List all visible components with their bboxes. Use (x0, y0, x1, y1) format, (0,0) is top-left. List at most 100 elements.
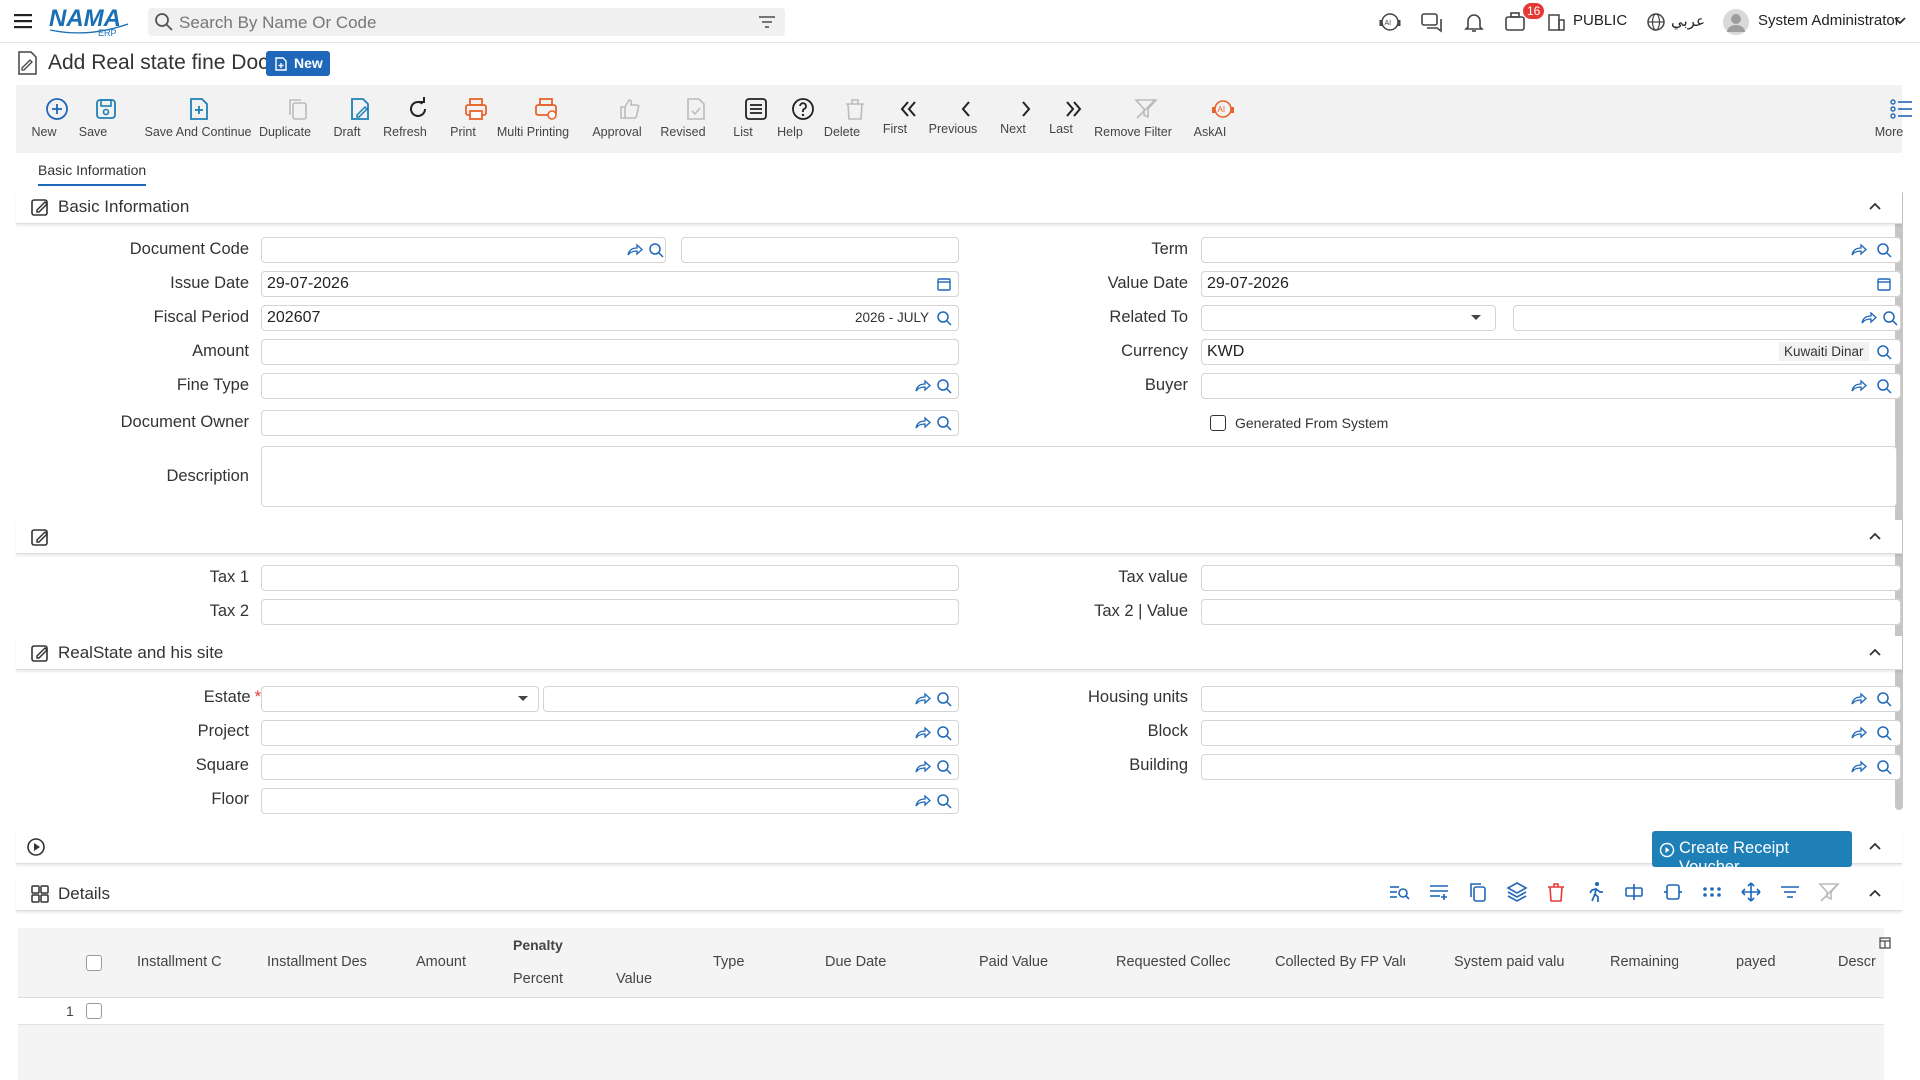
refresh-button[interactable]: Refresh (383, 85, 427, 153)
share-arrow-icon[interactable] (1850, 242, 1867, 258)
chevron-up-icon[interactable] (1868, 887, 1882, 899)
section-details[interactable]: Details (16, 875, 1902, 911)
previous-button[interactable]: Previous (929, 85, 977, 153)
document-code-desc-input[interactable] (681, 237, 959, 263)
duplicate-button[interactable]: Duplicate (259, 85, 311, 153)
issue-date-input[interactable]: 29-07-2026 (261, 271, 959, 297)
related-to-select[interactable] (1201, 305, 1496, 331)
column-amount[interactable]: Amount (416, 954, 476, 970)
filter-icon[interactable] (758, 14, 776, 30)
column-value[interactable]: Value (616, 971, 666, 987)
tax1-input[interactable] (261, 565, 959, 591)
search-lookup-icon[interactable] (1876, 691, 1892, 707)
first-button[interactable]: First (880, 85, 916, 153)
search-input[interactable]: Search By Name Or Code (179, 13, 376, 33)
column-system-paid-value[interactable]: System paid value (1454, 954, 1564, 970)
last-button[interactable]: Last (1046, 85, 1082, 153)
grid-dots-icon[interactable] (1700, 880, 1724, 904)
search-lookup-icon[interactable] (936, 378, 952, 394)
search-lookup-icon[interactable] (936, 415, 952, 431)
draft-button[interactable]: Draft (332, 85, 369, 153)
grid-copy-icon[interactable] (1466, 880, 1490, 904)
grid-remove-filter-icon[interactable] (1817, 880, 1841, 904)
column-requested-collect[interactable]: Requested Collect (1116, 954, 1230, 970)
more-button[interactable]: More (1874, 85, 1912, 153)
share-arrow-icon[interactable] (914, 725, 931, 741)
tax2-value-input[interactable] (1201, 599, 1901, 625)
section-actions[interactable] (16, 828, 1902, 864)
value-date-input[interactable]: 29-07-2026 (1201, 271, 1901, 297)
search-lookup-icon[interactable] (648, 242, 664, 258)
multi-printing-button[interactable]: Multi Printing (497, 85, 569, 153)
search-lookup-icon[interactable] (936, 310, 952, 326)
document-owner-input[interactable] (261, 410, 959, 436)
global-search[interactable]: Search By Name Or Code (148, 8, 785, 36)
chat-icon[interactable] (1420, 10, 1444, 34)
project-input[interactable] (261, 720, 959, 746)
tax-value-input[interactable] (1201, 565, 1901, 591)
estate-select[interactable] (261, 686, 539, 712)
search-lookup-icon[interactable] (1876, 344, 1892, 360)
search-lookup-icon[interactable] (936, 759, 952, 775)
next-button[interactable]: Next (998, 85, 1031, 153)
column-installment-code[interactable]: Installment Co (137, 954, 221, 970)
grid-filter-icon[interactable] (1778, 880, 1802, 904)
delete-button[interactable]: Delete (824, 85, 864, 153)
avatar[interactable] (1722, 8, 1750, 36)
dropdown-caret-icon[interactable] (517, 695, 529, 703)
square-input[interactable] (261, 754, 959, 780)
share-arrow-icon[interactable] (626, 242, 643, 258)
search-lookup-icon[interactable] (936, 725, 952, 741)
nama-erp-logo[interactable]: NAMAERP (48, 4, 130, 38)
revised-button[interactable]: Revised (660, 85, 706, 153)
building-input[interactable] (1201, 754, 1901, 780)
approval-button[interactable]: Approval (592, 85, 642, 153)
menu-icon[interactable] (12, 10, 34, 32)
share-arrow-icon[interactable] (914, 378, 931, 394)
term-input[interactable] (1201, 237, 1901, 263)
share-arrow-icon[interactable] (1860, 310, 1877, 326)
column-due-date[interactable]: Due Date (825, 954, 895, 970)
grid-move-icon[interactable] (1739, 880, 1763, 904)
amount-input[interactable] (261, 339, 959, 365)
grid-run-icon[interactable] (1583, 880, 1607, 904)
column-paid-value[interactable]: Paid Value (979, 954, 1059, 970)
search-lookup-icon[interactable] (1876, 378, 1892, 394)
row-checkbox[interactable] (86, 1003, 102, 1019)
search-lookup-icon[interactable] (1876, 759, 1892, 775)
buyer-input[interactable] (1201, 373, 1901, 399)
column-remaining[interactable]: Remaining (1610, 954, 1678, 970)
share-arrow-icon[interactable] (1850, 759, 1867, 775)
section-basic-information[interactable]: Basic Information (16, 190, 1902, 224)
language-switch[interactable]: عربي (1671, 12, 1705, 30)
list-button[interactable]: List (728, 85, 767, 153)
share-arrow-icon[interactable] (914, 691, 931, 707)
print-button[interactable]: Print (448, 85, 487, 153)
share-arrow-icon[interactable] (914, 793, 931, 809)
column-installment-desc[interactable]: Installment Desc (267, 954, 367, 970)
tax2-input[interactable] (261, 599, 959, 625)
chevron-up-icon[interactable] (1868, 646, 1882, 658)
estate-value-input[interactable] (543, 686, 959, 712)
currency-input[interactable]: KWD Kuwaiti Dinar (1201, 339, 1901, 365)
organization-label[interactable]: PUBLIC (1573, 12, 1627, 29)
generated-from-system-checkbox[interactable] (1210, 415, 1226, 431)
grid-expand-icon[interactable] (1661, 880, 1685, 904)
search-lookup-icon[interactable] (1876, 725, 1892, 741)
tab-basic-information[interactable]: Basic Information (38, 162, 147, 186)
column-chooser-icon[interactable] (1879, 937, 1891, 949)
new-button[interactable]: New (29, 85, 68, 153)
search-lookup-icon[interactable] (1882, 310, 1898, 326)
grid-delete-icon[interactable] (1544, 880, 1568, 904)
grid-layers-icon[interactable] (1505, 880, 1529, 904)
table-row[interactable]: 1 (18, 998, 1884, 1025)
calendar-icon[interactable] (1876, 276, 1892, 292)
grid-add-row-icon[interactable] (1427, 880, 1451, 904)
column-collected-by-fp-value[interactable]: Collected By FP Value (1275, 954, 1405, 970)
block-input[interactable] (1201, 720, 1901, 746)
description-textarea[interactable] (261, 446, 1897, 507)
askai-button[interactable]: AI AskAI (1194, 85, 1234, 153)
calendar-icon[interactable] (936, 276, 952, 292)
fine-type-input[interactable] (261, 373, 959, 399)
share-arrow-icon[interactable] (914, 759, 931, 775)
